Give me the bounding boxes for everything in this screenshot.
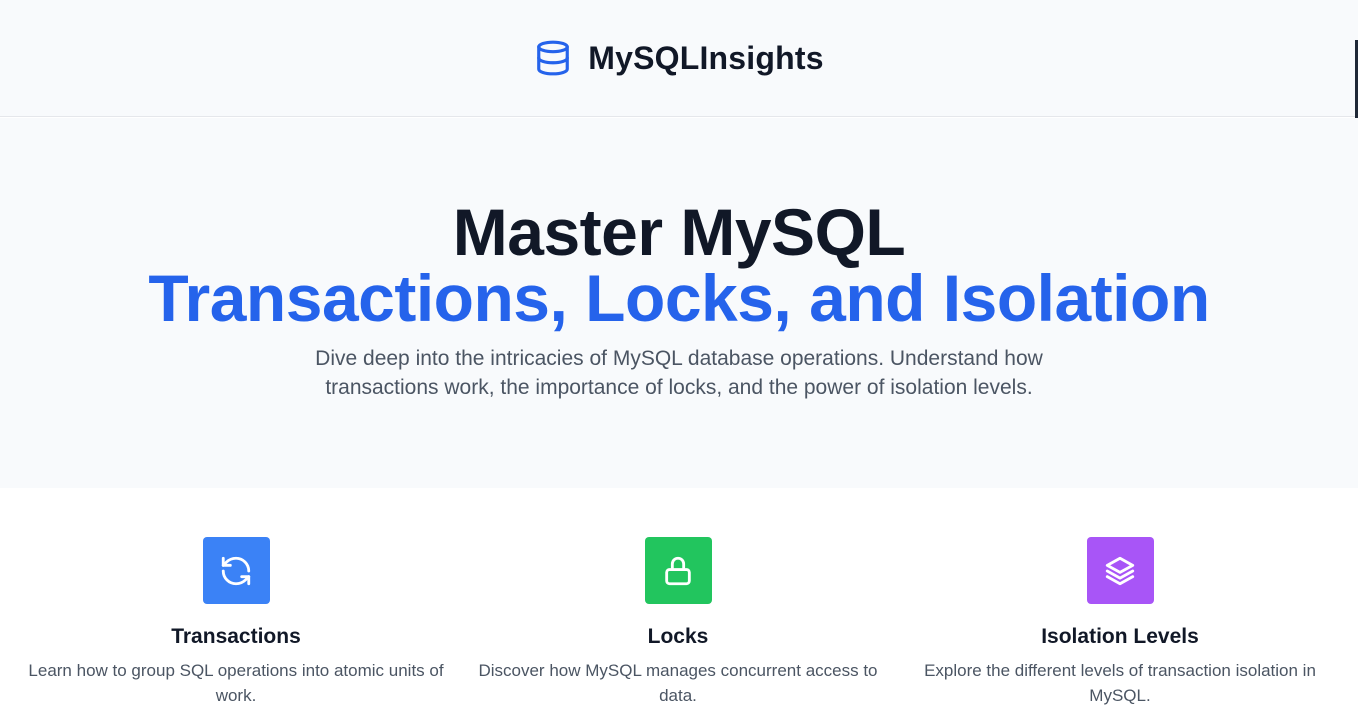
brand-name: MySQLInsights [588,39,824,76]
feature-title: Locks [647,625,709,648]
hero-title-line2: Transactions, Locks, and Isolation [148,261,1210,335]
hero-subtitle: Dive deep into the intricacies of MySQL … [315,347,1043,399]
feature-card-locks: Locks Discover how MySQL manages concurr… [468,537,888,708]
feature-description: Learn how to group SQL operations into a… [28,661,444,705]
lock-icon [665,556,691,585]
hero-section: Master MySQL Transactions, Locks, and Is… [0,118,1358,488]
layers-icon [1105,556,1135,585]
feature-icon-tile [644,537,712,604]
feature-description: Explore the different levels of transact… [924,661,1316,705]
feature-description: Discover how MySQL manages concurrent ac… [478,661,878,705]
refresh-icon [221,556,251,585]
features-section: Transactions Learn how to group SQL oper… [0,488,1358,714]
feature-card-isolation-levels: Isolation Levels Explore the different l… [910,537,1330,708]
feature-title: Isolation Levels [1041,625,1199,648]
brand[interactable]: MySQLInsights [534,38,824,78]
feature-title: Transactions [171,625,301,648]
site-header: MySQLInsights [0,0,1358,117]
feature-icon-tile [202,537,270,604]
database-icon [537,40,570,76]
feature-card-transactions: Transactions Learn how to group SQL oper… [26,537,446,708]
feature-icon-tile [1086,537,1154,604]
